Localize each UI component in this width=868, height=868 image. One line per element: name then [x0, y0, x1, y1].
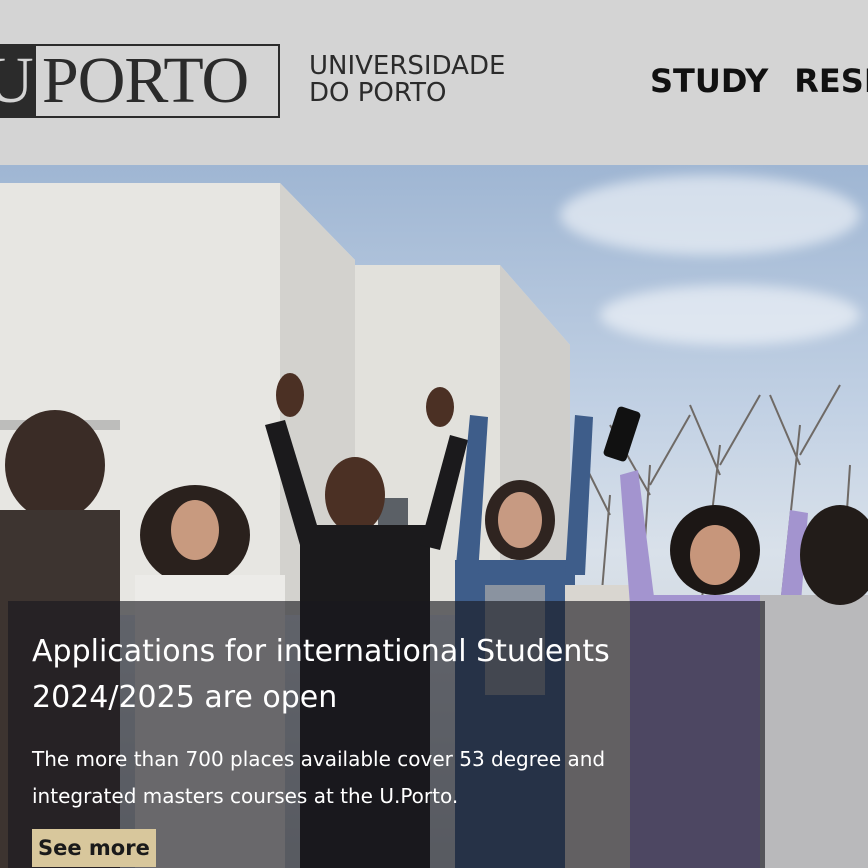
uporto-logo[interactable]: U. PORTO — [0, 44, 280, 118]
hero-summary-line2: integrated masters courses at the U.Port… — [32, 784, 459, 808]
logo-wordmark: PORTO — [42, 44, 249, 117]
university-name-line2: DO PORTO — [309, 78, 447, 108]
hero-summary: The more than 700 places available cover… — [32, 741, 692, 815]
hero-headline: Applications for international Students … — [32, 629, 732, 721]
site-header: U. PORTO UNIVERSIDADE DO PORTO STUDY RES… — [0, 0, 868, 165]
logo-mark: U. — [0, 46, 36, 116]
see-more-button[interactable]: See more — [32, 829, 156, 867]
phone — [603, 406, 641, 462]
nav-item-study[interactable]: STUDY — [650, 62, 768, 100]
hero-headline-line1: Applications for international Students — [32, 634, 610, 669]
hero-headline-line2: 2024/2025 are open — [32, 680, 338, 715]
nav-item-research[interactable]: RESEA — [794, 62, 868, 100]
university-name-line1: UNIVERSIDADE — [309, 51, 506, 81]
university-name: UNIVERSIDADE DO PORTO — [309, 53, 505, 107]
hero-summary-line1: The more than 700 places available cover… — [32, 747, 606, 771]
hero-banner[interactable]: Applications for international Students … — [0, 165, 868, 868]
main-nav: STUDY RESEA — [650, 62, 868, 100]
